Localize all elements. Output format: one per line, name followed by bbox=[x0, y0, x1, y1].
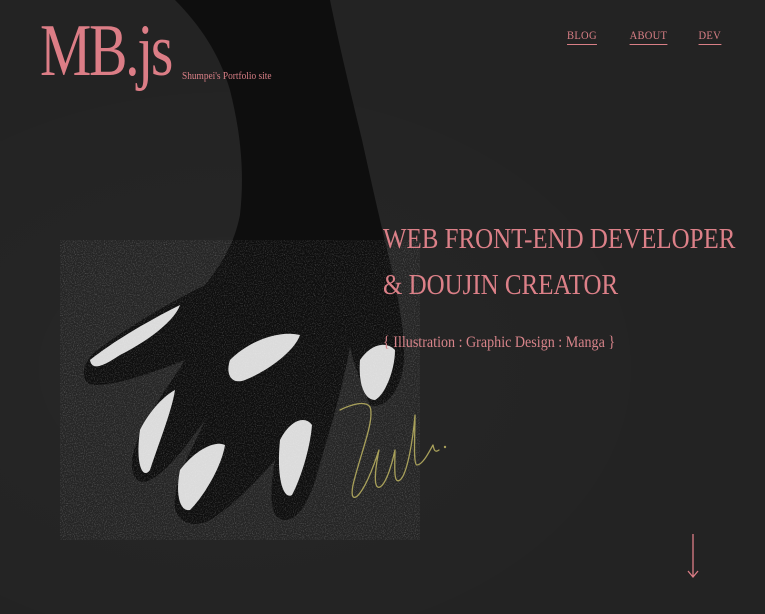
hero-tags: { Illustration : Graphic Design : Manga … bbox=[383, 334, 616, 351]
main-nav: BLOG ABOUT DEV bbox=[565, 28, 723, 45]
arrow-down-icon[interactable] bbox=[684, 532, 702, 582]
nav-about-link[interactable]: ABOUT bbox=[629, 28, 667, 45]
logo-text: MB.js bbox=[40, 10, 173, 92]
nav-blog-link[interactable]: BLOG bbox=[566, 28, 597, 45]
hero-headline: WEB FRONT-END DEVELOPER & DOUJIN CREATOR bbox=[383, 216, 735, 308]
signature-icon bbox=[339, 402, 447, 499]
hero-line-1: WEB FRONT-END DEVELOPER bbox=[383, 223, 736, 255]
site-logo[interactable]: MB.js Shumpei's Portfolio site bbox=[40, 14, 287, 88]
logo-subtitle: Shumpei's Portfolio site bbox=[182, 70, 272, 82]
nav-dev-link[interactable]: DEV bbox=[698, 28, 722, 45]
hero-line-2: & DOUJIN CREATOR bbox=[383, 269, 619, 301]
